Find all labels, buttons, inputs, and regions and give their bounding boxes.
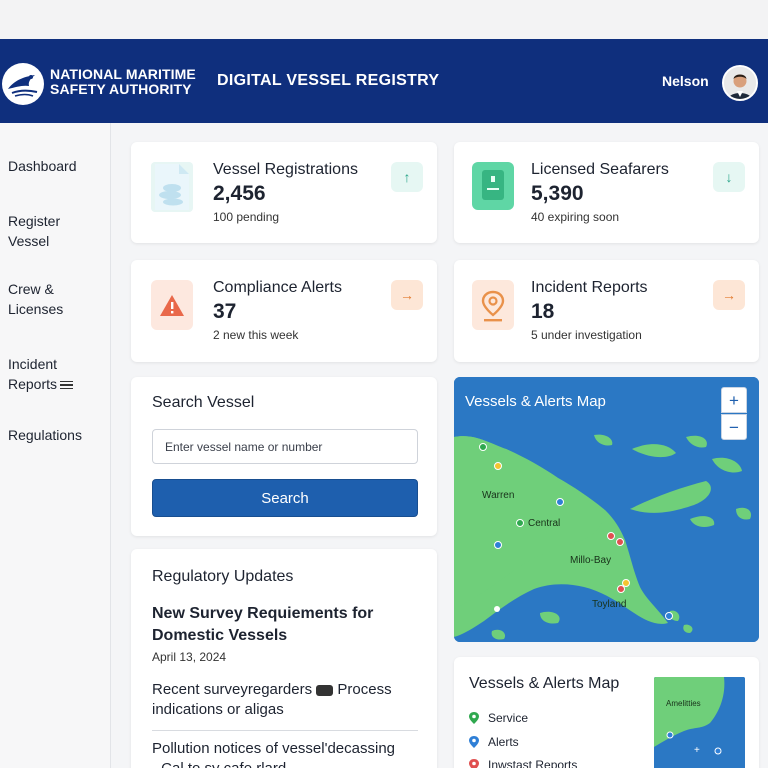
regulatory-updates-card: Regulatory Updates New Survey Requiement… (131, 549, 437, 768)
update-item[interactable]: Recent surveyregarders Process indicatio… (152, 680, 418, 720)
mini-map[interactable]: Amelitties + (654, 677, 745, 768)
stat-value: 5,390 (531, 182, 584, 205)
arrow-right-icon[interactable]: → (391, 280, 423, 310)
legend-label: Inwstast Reports (488, 758, 578, 768)
warning-icon (151, 280, 193, 330)
mini-map-plus: + (694, 745, 700, 756)
user-name[interactable]: Nelson (662, 73, 709, 89)
arrow-right-icon[interactable]: → (713, 280, 745, 310)
org-name-line-2: SAFETY AUTHORITY (50, 81, 192, 97)
app-title: DIGITAL VESSEL REGISTRY (217, 72, 440, 89)
map-pin-icon (469, 736, 479, 748)
map-title: Vessels & Alerts Map (465, 393, 606, 410)
legend-title: Vessels & Alerts Map (469, 675, 620, 692)
stat-value: 2,456 (213, 182, 266, 205)
menu-icon (60, 381, 74, 390)
org-name-line-1: NATIONAL MARITIME (50, 66, 196, 82)
stat-card-incident-reports[interactable]: Incident Reports 18 5 under investigatio… (454, 260, 759, 362)
document-ship-icon (151, 162, 193, 212)
updates-title: Regulatory Updates (152, 568, 294, 585)
legend-item-service[interactable]: Service (469, 711, 528, 725)
map-pin-icon (469, 759, 479, 768)
search-vessel-card: Search Vessel Search (131, 377, 437, 536)
stat-subtext: 2 new this week (213, 328, 299, 342)
license-icon (472, 162, 514, 210)
stat-subtext: 100 pending (213, 210, 280, 224)
sidebar-item-label: Register Vessel (8, 213, 61, 249)
sidebar-item-label: Dashboard (8, 158, 77, 174)
stat-value: 18 (531, 300, 555, 323)
sidebar: Dashboard Register Vessel Crew & License… (0, 123, 111, 768)
legend-label: Service (488, 711, 529, 725)
search-button[interactable]: Search (152, 479, 418, 517)
map-place-label: Central (528, 518, 561, 529)
sidebar-item-incident-reports[interactable]: Incident Reports (8, 354, 78, 394)
update-item-text: Recent surveyregarders (152, 681, 313, 698)
arrow-down-icon[interactable]: ↓ (713, 162, 745, 192)
user-avatar[interactable] (722, 65, 758, 101)
organization-name: NATIONAL MARITIME SAFETY AUTHORITY (50, 67, 200, 97)
sidebar-item-label: Regulations (8, 427, 82, 443)
legend-item-alerts[interactable]: Alerts (469, 735, 519, 749)
map-legend-card: Vessels & Alerts Map Service Alerts Inws… (454, 657, 759, 768)
stat-title: Compliance Alerts (213, 279, 342, 296)
map-pin-icon (469, 712, 479, 724)
update-item[interactable]: - Cal to sy cafe rlard (152, 759, 418, 768)
stat-value: 37 (213, 300, 237, 323)
stat-title: Incident Reports (531, 279, 648, 296)
update-headline-link[interactable]: New Survey Requiements for Domestic Vess… (152, 603, 402, 647)
map-place-label: Toyland (592, 599, 627, 610)
zoom-in-button[interactable]: + (721, 387, 747, 413)
tag-chip-icon (316, 684, 334, 696)
authority-logo-icon (2, 63, 44, 105)
sidebar-item-label: Incident Reports (8, 356, 58, 392)
stat-title: Vessel Registrations (213, 161, 358, 178)
vessels-alerts-map[interactable]: Vessels & Alerts Map + − Warren Central … (454, 377, 759, 642)
update-date: April 13, 2024 (152, 650, 227, 664)
zoom-out-button[interactable]: − (721, 414, 747, 440)
search-title: Search Vessel (152, 394, 255, 411)
sidebar-item-crew-licenses[interactable]: Crew & Licenses (8, 279, 78, 319)
stat-subtext: 40 expiring soon (531, 210, 620, 224)
stat-title: Licensed Seafarers (531, 161, 669, 178)
location-pin-icon (472, 280, 514, 330)
mini-map-label: Amelitties (666, 699, 701, 708)
sidebar-item-label: Crew & Licenses (8, 281, 64, 317)
sidebar-item-dashboard[interactable]: Dashboard (8, 156, 108, 176)
divider (152, 730, 418, 731)
stat-card-compliance-alerts[interactable]: Compliance Alerts 37 2 new this week → (131, 260, 437, 362)
sidebar-item-regulations[interactable]: Regulations (8, 425, 108, 445)
map-place-label: Millo-Bay (570, 555, 612, 566)
app-header: NATIONAL MARITIME SAFETY AUTHORITY DIGIT… (0, 39, 768, 123)
arrow-up-icon[interactable]: ↑ (391, 162, 423, 192)
stat-card-vessel-registrations[interactable]: Vessel Registrations 2,456 100 pending ↑ (131, 142, 437, 243)
sidebar-item-register-vessel[interactable]: Register Vessel (8, 211, 78, 251)
legend-label: Alerts (488, 735, 519, 749)
browser-top-strip (0, 0, 768, 39)
legend-item-incident-reports[interactable]: Inwstast Reports (469, 758, 577, 768)
vessel-search-input[interactable] (152, 429, 418, 464)
stat-card-licensed-seafarers[interactable]: Licensed Seafarers 5,390 40 expiring soo… (454, 142, 759, 243)
update-item[interactable]: Pollution notices of vessel'decassing (152, 739, 418, 759)
map-place-label: Warren (482, 490, 515, 501)
stat-subtext: 5 under investigation (531, 328, 642, 342)
